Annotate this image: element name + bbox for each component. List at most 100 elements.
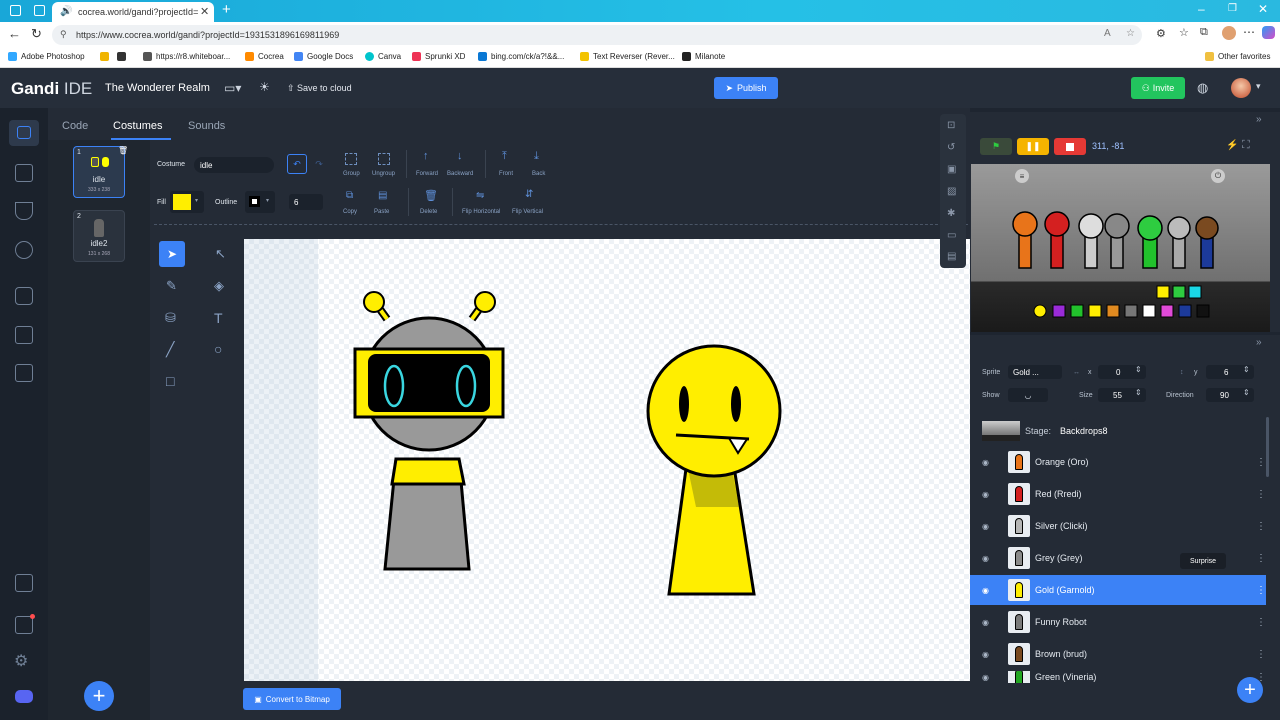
fullscreen-icon[interactable]: ⛶	[1242, 139, 1250, 152]
invite-button[interactable]: ⚇ Invite	[1131, 77, 1185, 99]
show-toggle[interactable]: ◡	[1008, 388, 1048, 402]
backward-icon[interactable]: ↓	[457, 150, 463, 162]
size-stepper-icon[interactable]: ⇕	[1135, 388, 1142, 397]
doc-icon[interactable]: ▤	[947, 251, 956, 262]
fav-item[interactable]: Google Docs	[294, 52, 353, 61]
close-window-icon[interactable]: ✕	[1258, 2, 1268, 16]
tab-code[interactable]: Code	[62, 120, 88, 132]
rectangle-tool[interactable]: □	[166, 373, 174, 389]
brush-tool[interactable]: ✎	[166, 278, 177, 294]
sprite-row[interactable]: ◉ Red (Rredi) ⋮	[970, 479, 1266, 509]
fill-tool[interactable]: ⛁	[165, 310, 176, 326]
trophy-icon[interactable]	[15, 202, 33, 220]
costume-item[interactable]: 2 idle2 131 x 268	[73, 210, 125, 262]
trash-icon[interactable]: 🗑	[118, 146, 128, 155]
stage-row[interactable]: Stage: Backdrops8	[970, 419, 1266, 443]
sprite-menu-icon[interactable]: ⋮	[1256, 489, 1266, 500]
visibility-eye-icon[interactable]: ◉	[982, 673, 992, 682]
sprite-menu-icon[interactable]: ⋮	[1256, 521, 1266, 532]
browser-tab[interactable]: 🔊 cocrea.world/gandi?projectId= ✕	[52, 2, 214, 22]
green-flag-button[interactable]: ⚑	[980, 138, 1012, 155]
file-icon[interactable]	[15, 164, 33, 182]
history-icon[interactable]: ↺	[947, 142, 955, 153]
screenshot-icon[interactable]: ⊡	[947, 120, 955, 131]
copilot-icon[interactable]	[1262, 26, 1275, 39]
fav-item[interactable]: Canva	[365, 52, 401, 61]
redo-button[interactable]: ↷	[309, 154, 329, 174]
read-aloud-icon[interactable]: A	[1104, 28, 1111, 39]
edit-icon[interactable]	[15, 364, 33, 382]
tab-costumes[interactable]: Costumes	[113, 120, 163, 132]
flip-horizontal-icon[interactable]: ⇋	[476, 190, 484, 201]
fav-item[interactable]: Cocrea	[245, 52, 284, 61]
visibility-eye-icon[interactable]: ◉	[982, 586, 992, 595]
eraser-tool[interactable]: ◈	[214, 278, 224, 294]
x-stepper-icon[interactable]: ⇕	[1135, 365, 1142, 374]
sprite-row[interactable]: ◉ Funny Robot ⋮	[970, 607, 1266, 637]
flip-vertical-icon[interactable]: ⇵	[525, 189, 533, 200]
sprite-row[interactable]: ◉ Gold (Garnold) ⋮	[970, 575, 1266, 605]
visibility-eye-icon[interactable]: ◉	[982, 618, 992, 627]
profile-icon[interactable]	[1222, 26, 1236, 40]
lightbulb-rail-icon[interactable]	[15, 241, 33, 259]
new-tab-icon[interactable]: +	[222, 1, 231, 18]
project-title[interactable]: The Wonderer Realm	[105, 82, 210, 94]
direction-stepper-icon[interactable]: ⇕	[1243, 388, 1250, 397]
visibility-eye-icon[interactable]: ◉	[982, 522, 992, 531]
fav-item[interactable]	[100, 52, 109, 61]
robot-icon[interactable]	[15, 287, 33, 305]
close-tab-icon[interactable]: ✕	[200, 5, 209, 18]
fill-color-picker[interactable]: ▾	[170, 191, 204, 213]
forward-icon[interactable]: ↑	[423, 150, 429, 162]
back-icon[interactable]: ←	[8, 26, 21, 41]
sprite-name-input[interactable]: Gold ...	[1008, 365, 1062, 379]
portrait-icon[interactable]	[15, 574, 33, 592]
fav-item[interactable]	[117, 52, 126, 61]
maximize-icon[interactable]: ❐	[1228, 3, 1237, 14]
extensions-icon[interactable]: ⚙	[1156, 27, 1166, 40]
costume-name-input[interactable]: idle	[194, 157, 274, 173]
user-avatar[interactable]	[1231, 78, 1251, 98]
fav-item[interactable]: Milanote	[682, 52, 725, 61]
reload-icon[interactable]: ↻	[31, 26, 42, 42]
site-info-icon[interactable]: ⚲	[60, 29, 67, 40]
sprite-menu-icon[interactable]: ⋮	[1256, 649, 1266, 660]
visibility-eye-icon[interactable]: ◉	[982, 554, 992, 563]
sprite-row[interactable]: ◉ Green (Vineria) ⋮	[970, 671, 1266, 683]
text-tool[interactable]: T	[214, 310, 223, 326]
select-tool[interactable]: ➤	[159, 241, 185, 267]
url-field[interactable]: ⚲ https://www.cocrea.world/gandi?project…	[52, 25, 1142, 45]
paint-canvas[interactable]: ➤	[244, 239, 970, 681]
collapse-icon[interactable]: »	[1256, 114, 1262, 125]
scrollbar[interactable]	[1266, 417, 1269, 477]
sprite-menu-icon[interactable]: ⋮	[1256, 457, 1266, 468]
settings-icon[interactable]: ⚙	[14, 651, 28, 671]
add-costume-button[interactable]: +	[84, 681, 114, 711]
terminal-icon[interactable]: ▭	[947, 230, 956, 241]
add-sprite-button[interactable]: +	[1237, 677, 1263, 703]
visibility-eye-icon[interactable]: ◉	[982, 650, 992, 659]
convert-to-bitmap-button[interactable]: ▣ Convert to Bitmap	[243, 688, 341, 710]
visibility-eye-icon[interactable]: ◉	[982, 458, 992, 467]
lightbulb-icon[interactable]: ☀	[259, 80, 270, 94]
fav-item[interactable]: https://r8.whiteboar...	[143, 52, 230, 61]
group-icon[interactable]	[345, 153, 357, 165]
collapse-icon[interactable]: »	[1256, 337, 1262, 348]
other-favorites[interactable]: Other favorites	[1205, 52, 1270, 61]
paste-icon[interactable]: ▤	[378, 190, 387, 201]
visibility-eye-icon[interactable]: ◉	[982, 490, 992, 499]
back-icon[interactable]: ⤓	[534, 150, 539, 163]
fav-item[interactable]: Adobe Photoshop	[8, 52, 85, 61]
collections-icon[interactable]: ⧉	[1200, 26, 1208, 39]
line-tool[interactable]: ╱	[166, 341, 174, 358]
sprite-menu-icon[interactable]: ⋮	[1256, 585, 1266, 596]
copy-icon[interactable]: ⧉	[346, 190, 353, 201]
tab-sounds[interactable]: Sounds	[188, 120, 225, 132]
small-stage-icon[interactable]: ⚡	[1226, 140, 1238, 151]
sprite-menu-icon[interactable]: ⋮	[1256, 553, 1266, 564]
bug-icon[interactable]: ✱	[947, 208, 955, 219]
fav-item[interactable]: Text Reverser (Rever...	[580, 52, 675, 61]
reshape-tool[interactable]: ↖	[215, 246, 226, 262]
sprite-menu-icon[interactable]: ⋮	[1256, 617, 1266, 628]
sprite-row[interactable]: ◉ Orange (Oro) ⋮	[970, 447, 1266, 477]
